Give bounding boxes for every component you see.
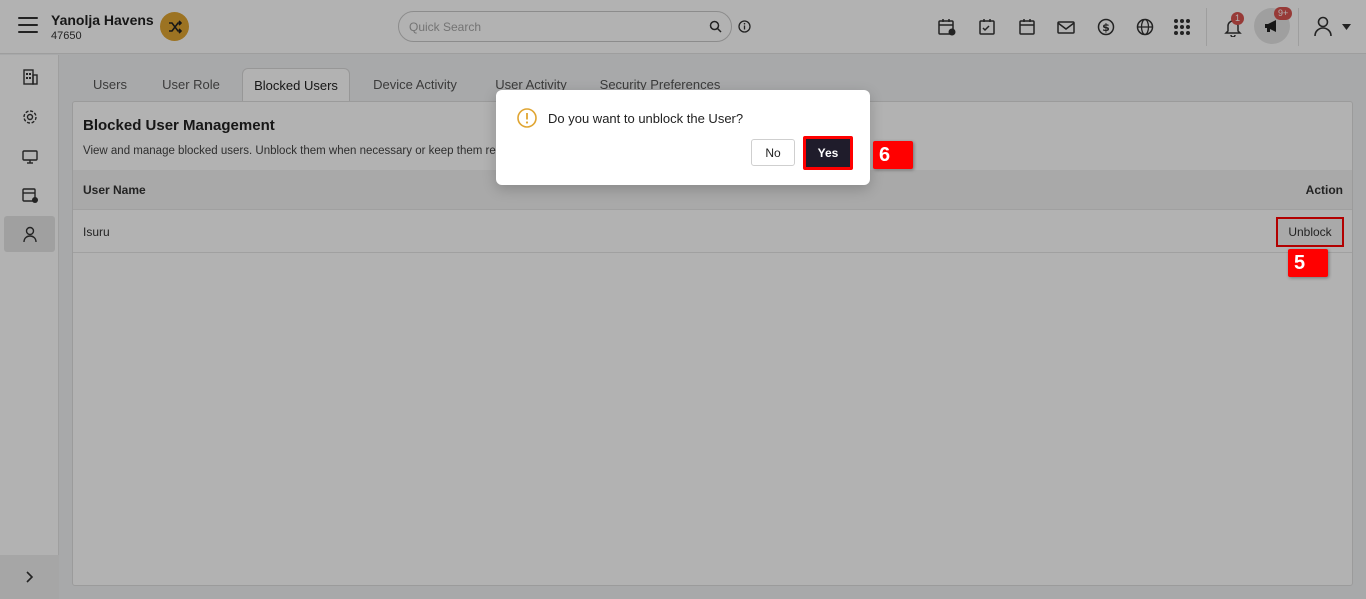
- dialog-message: Do you want to unblock the User?: [548, 111, 744, 126]
- yes-button[interactable]: Yes: [803, 136, 853, 170]
- step-annotation-5: 5: [1288, 249, 1328, 277]
- no-button[interactable]: No: [751, 139, 795, 166]
- step-annotation-6: 6: [873, 141, 913, 169]
- warning-icon: [517, 108, 537, 128]
- confirm-dialog: Do you want to unblock the User? No Yes: [496, 90, 870, 185]
